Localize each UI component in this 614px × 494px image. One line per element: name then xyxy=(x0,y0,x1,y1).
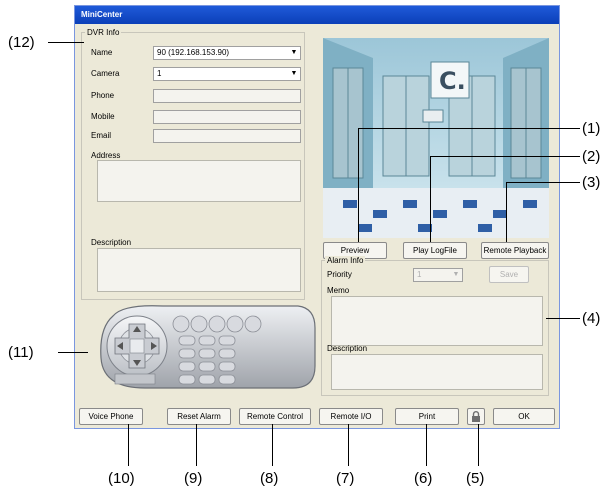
alarm-info-label: Alarm Info xyxy=(325,256,366,265)
callout-line-1v xyxy=(358,128,359,242)
ptz-keypad-control[interactable] xyxy=(93,302,321,392)
name-value: 90 (192.168.153.90) xyxy=(157,48,230,57)
callout-line-1h xyxy=(358,128,580,129)
name-select[interactable]: 90 (192.168.153.90) ▼ xyxy=(153,46,301,60)
lock-icon xyxy=(472,411,480,422)
name-label: Name xyxy=(91,48,113,57)
callout-line-2h xyxy=(430,156,580,157)
callout-4: (4) xyxy=(582,310,601,327)
chevron-down-icon: ▼ xyxy=(290,70,298,77)
callout-6: (6) xyxy=(414,470,433,487)
callout-7: (7) xyxy=(336,470,355,487)
callout-line-3v xyxy=(506,182,507,242)
remote-playback-button[interactable]: Remote Playback xyxy=(481,242,549,259)
priority-select[interactable]: 1 ▼ xyxy=(413,268,463,282)
email-label: Email xyxy=(91,131,112,140)
reset-alarm-button[interactable]: Reset Alarm xyxy=(167,408,231,425)
camera-select[interactable]: 1 ▼ xyxy=(153,67,301,81)
callout-line-8 xyxy=(272,424,273,466)
callout-line-7 xyxy=(348,424,349,466)
ok-button[interactable]: OK xyxy=(493,408,555,425)
preview-sign-text: C. xyxy=(439,67,466,95)
callout-1: (1) xyxy=(582,120,601,137)
callout-11: (11) xyxy=(8,344,34,361)
phone-field[interactable] xyxy=(153,89,301,103)
email-field[interactable] xyxy=(153,129,301,143)
save-button[interactable]: Save xyxy=(489,266,529,283)
callout-9: (9) xyxy=(184,470,203,487)
remote-io-button[interactable]: Remote I/O xyxy=(319,408,383,425)
priority-value: 1 xyxy=(417,270,422,279)
camera-label: Camera xyxy=(91,69,120,78)
callout-2: (2) xyxy=(582,148,601,165)
description-label: Description xyxy=(91,238,132,247)
callout-line-6 xyxy=(426,424,427,466)
callout-line-9 xyxy=(196,424,197,466)
memo-field[interactable] xyxy=(331,296,543,346)
window-title: MiniCenter xyxy=(75,6,559,24)
callout-10: (10) xyxy=(108,470,135,487)
address-label: Address xyxy=(91,151,121,160)
callout-5: (5) xyxy=(466,470,485,487)
camera-preview-image: C. xyxy=(323,38,549,238)
callout-12: (12) xyxy=(8,34,35,51)
callout-line-10 xyxy=(128,424,129,466)
description-field[interactable] xyxy=(97,248,301,292)
voice-phone-button[interactable]: Voice Phone xyxy=(79,408,143,425)
memo-label: Memo xyxy=(327,286,350,295)
callout-line-2v xyxy=(430,156,431,242)
callout-line-5 xyxy=(478,424,479,466)
alarm-description-field[interactable] xyxy=(331,354,543,390)
lock-button[interactable] xyxy=(467,408,485,425)
alarm-description-label: Description xyxy=(327,344,368,353)
dvr-info-label: DVR Info xyxy=(85,28,122,37)
address-field[interactable] xyxy=(97,160,301,202)
remote-control-button[interactable]: Remote Control xyxy=(239,408,311,425)
callout-3: (3) xyxy=(582,174,601,191)
play-logfile-button[interactable]: Play LogFile xyxy=(403,242,467,259)
chevron-down-icon: ▼ xyxy=(452,271,460,278)
callout-line-3h xyxy=(506,182,580,183)
print-button[interactable]: Print xyxy=(395,408,459,425)
callout-line-12 xyxy=(48,42,84,43)
mobile-label: Mobile xyxy=(91,112,115,121)
minicenter-window: MiniCenter DVR Info Name 90 (192.168.153… xyxy=(74,5,560,429)
phone-label: Phone xyxy=(91,91,115,100)
callout-8: (8) xyxy=(260,470,279,487)
chevron-down-icon: ▼ xyxy=(290,49,298,56)
camera-value: 1 xyxy=(157,69,162,78)
callout-line-4 xyxy=(546,318,580,319)
priority-label: Priority xyxy=(327,270,352,279)
callout-line-11 xyxy=(58,352,88,353)
mobile-field[interactable] xyxy=(153,110,301,124)
